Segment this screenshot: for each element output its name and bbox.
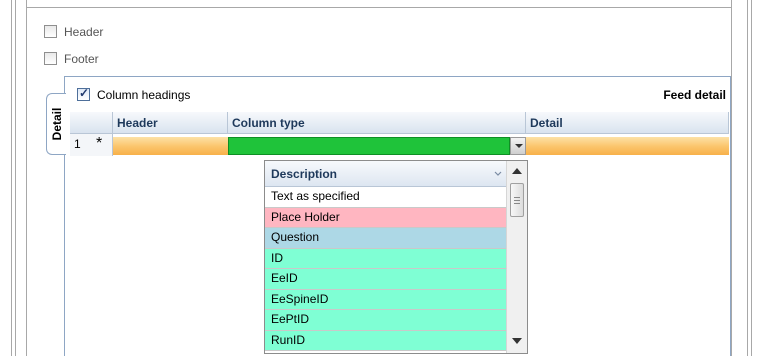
dropdown-item[interactable]: Place Holder [265,207,506,228]
groupbox-left-edge [26,8,27,356]
dropdown-item[interactable]: EeSpineID [265,289,506,310]
row-header[interactable]: 1 * [70,134,113,156]
footer-checkbox-label: Footer [64,52,99,66]
cell-column-type[interactable] [228,137,510,155]
dropdown-scrollbar[interactable] [506,161,527,353]
dropdown-item[interactable]: Text as specified [265,187,506,208]
window-frame-left [11,0,12,356]
column-header-detail-label: Detail [530,116,563,130]
scrollbar-thumb[interactable] [510,183,524,217]
panel-title: Feed detail [663,88,726,102]
chevron-down-icon [494,171,502,176]
dropdown-item[interactable]: EeID [265,269,506,290]
new-row-icon: * [96,135,103,152]
window-frame-right-inner [751,0,752,356]
footer-checkbox[interactable] [44,52,57,65]
header-checkbox[interactable] [44,25,57,38]
dropdown-item[interactable]: RunID [265,330,506,351]
groupbox-right-edge [731,8,732,356]
header-checkbox-label: Header [64,25,104,39]
checkmark-icon: ✓ [79,86,90,100]
dropdown-column-header: Description [265,161,506,187]
cell-detail[interactable] [526,137,729,155]
column-headings-checkbox[interactable]: ✓ [77,86,90,101]
column-type-dropdown-button[interactable] [510,137,526,155]
column-header-header[interactable]: Header [113,112,228,134]
column-header-column-type-label: Column type [232,116,305,130]
scroll-down-arrow-icon[interactable] [512,338,522,344]
dropdown-item[interactable]: EePtID [265,310,506,331]
row-header-corner [70,112,113,134]
window-frame-left-inner [15,0,16,356]
column-type-dropdown-list[interactable]: Description Text as specified Place Holde… [264,160,528,354]
dropdown-item[interactable]: ID [265,248,506,269]
scroll-up-arrow-icon[interactable] [512,168,522,174]
column-header-detail[interactable]: Detail [526,112,729,134]
grip-icon [514,197,520,198]
column-headings-label: Column headings [97,88,191,102]
column-header-column-type[interactable]: Column type [228,112,526,134]
tab-detail-label: Detail [49,107,64,141]
dropdown-header-label: Description [271,167,338,181]
dropdown-item[interactable]: Question [265,228,506,249]
window-frame-right [747,0,748,356]
options-groupbox [26,0,732,8]
tab-detail[interactable]: Detail [46,93,66,155]
cell-header[interactable] [113,137,228,155]
column-header-header-label: Header [117,116,158,130]
row-number: 1 [74,137,81,151]
